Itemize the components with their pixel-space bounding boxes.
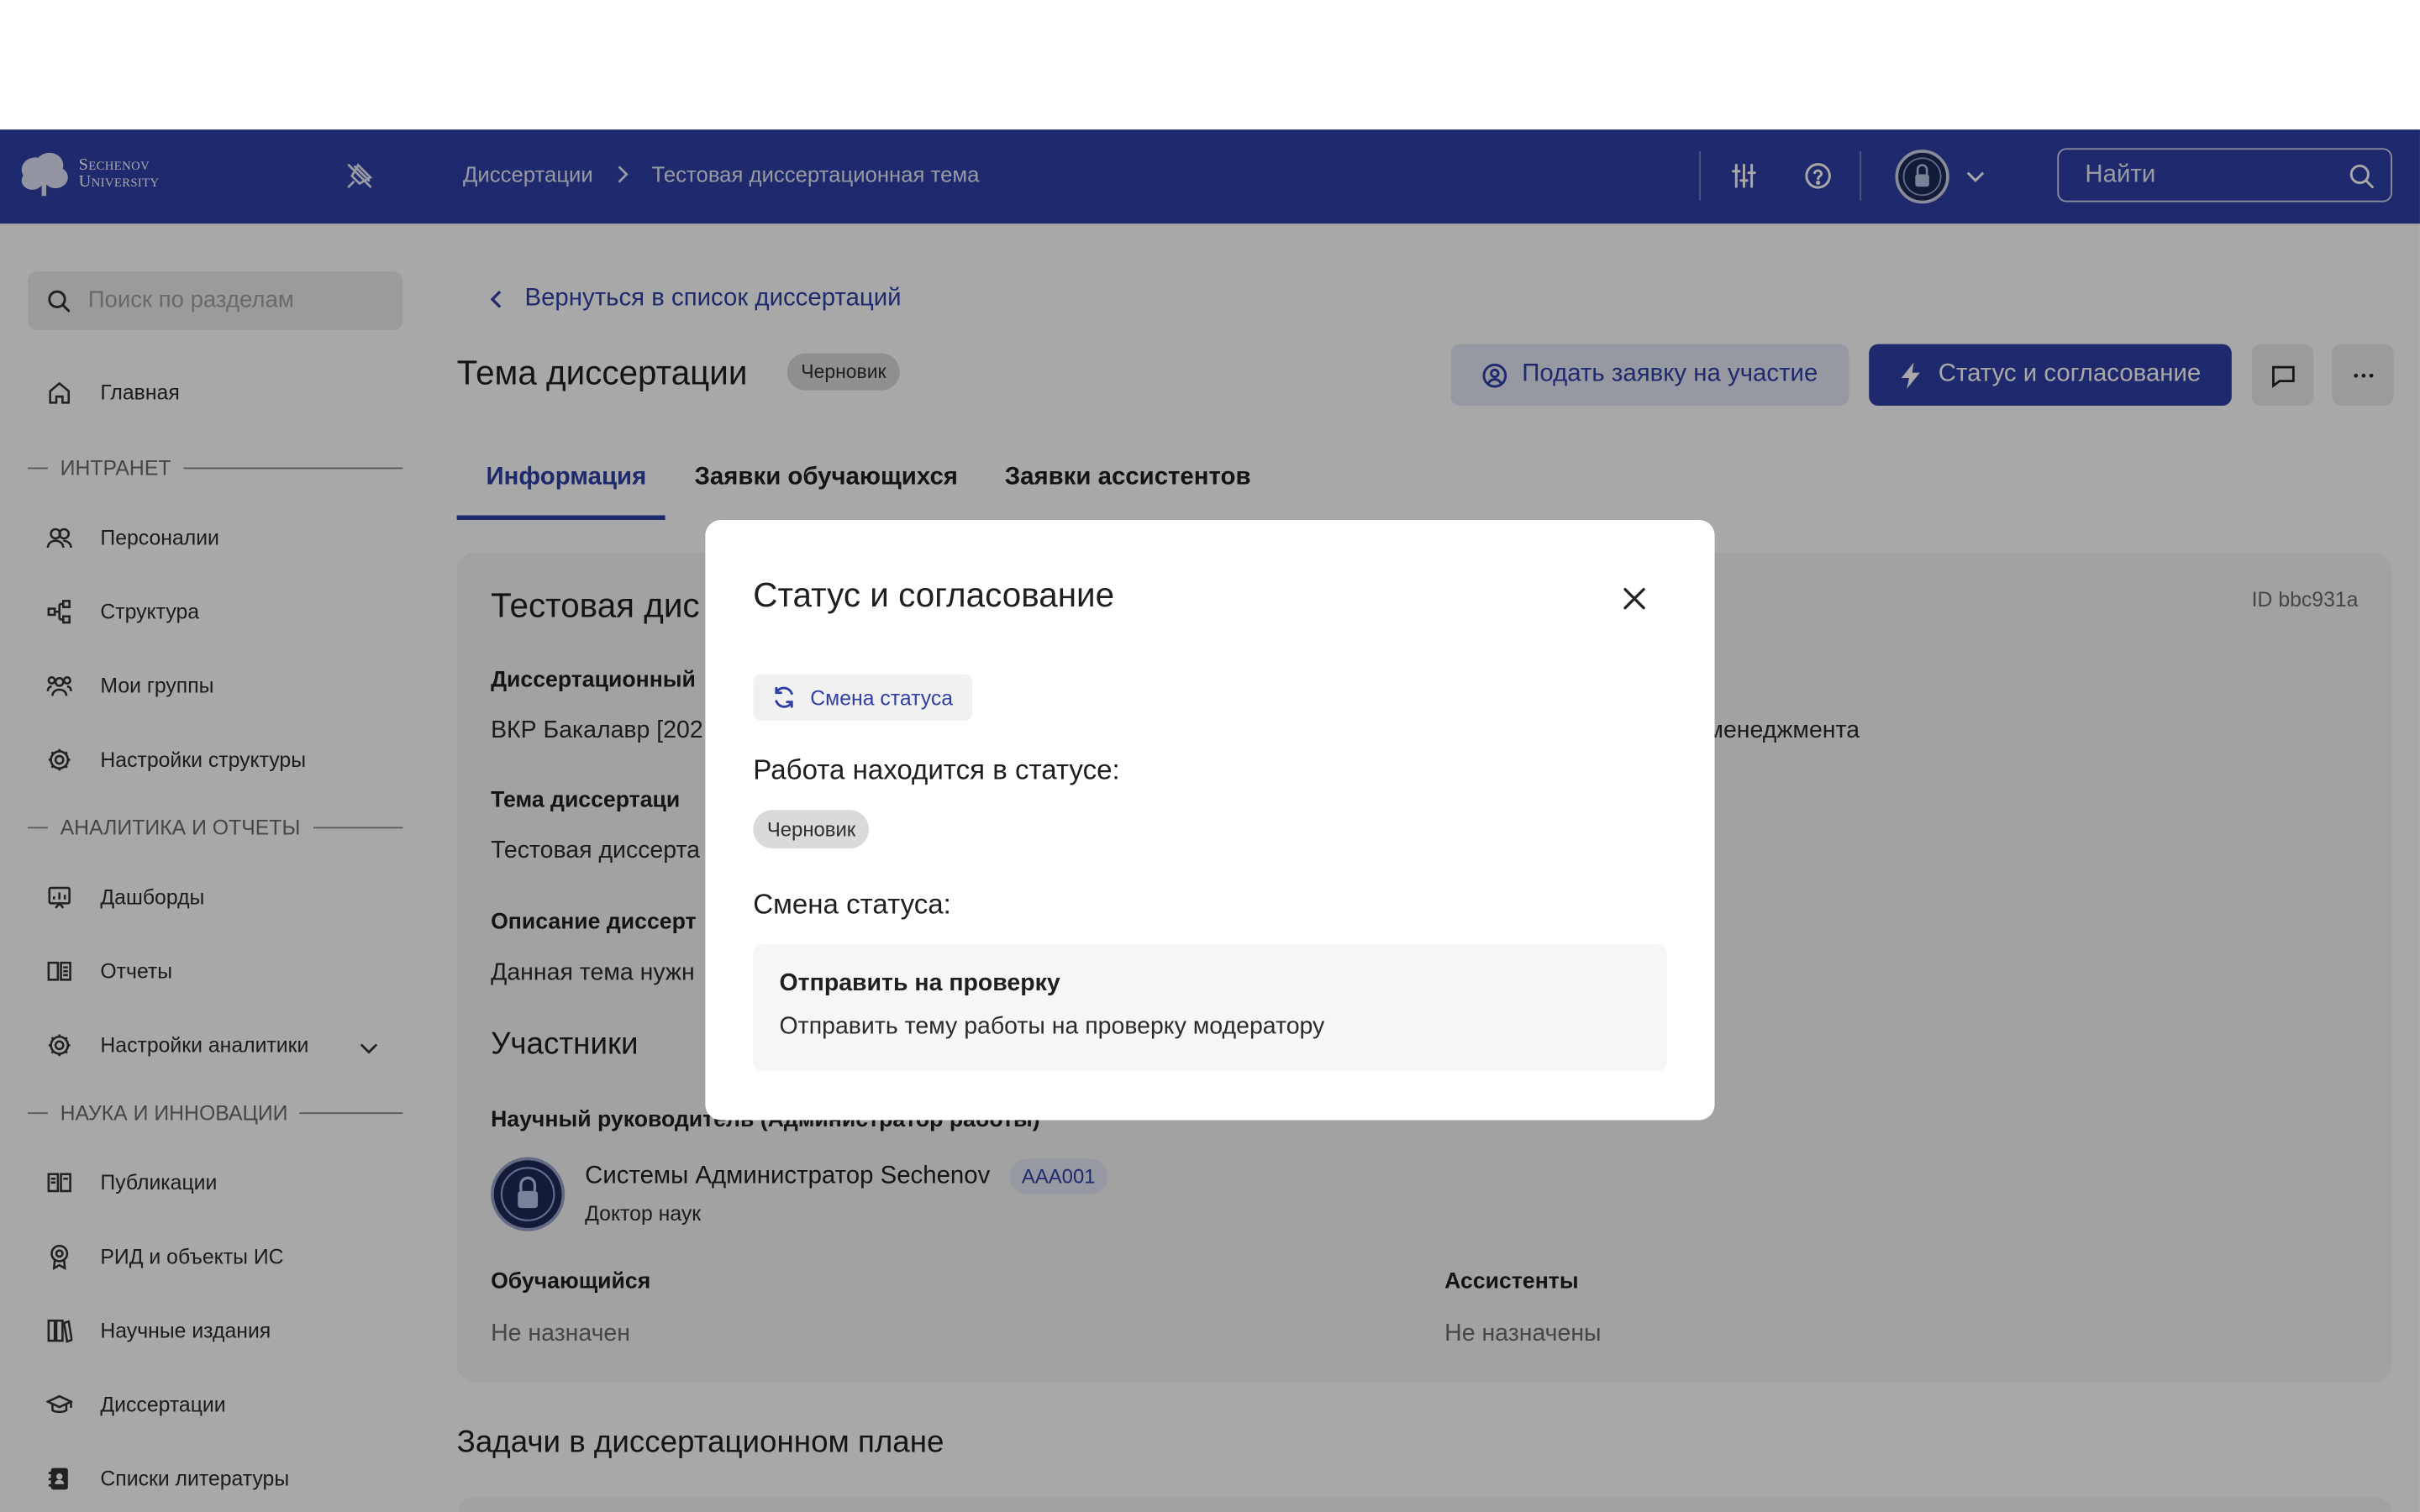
send-for-review-option[interactable]: Отправить на проверку Отправить тему раб… (753, 944, 1667, 1071)
modal-title: Статус и согласование (753, 575, 1115, 615)
refresh-icon (775, 686, 793, 708)
close-icon[interactable] (1618, 581, 1651, 615)
current-status-label: Работа находится в статусе: (753, 754, 1120, 785)
option-description: Отправить тему работы на проверку модера… (779, 1013, 1325, 1040)
change-status-button-label: Смена статуса (810, 685, 954, 709)
change-status-label: Смена статуса: (753, 888, 951, 920)
status-approval-modal: Статус и согласование Смена статуса Рабо… (705, 519, 1715, 1121)
app-screen: Sechenov University Диссертации Тестовая… (0, 0, 2420, 1512)
current-status-badge: Черновик (753, 810, 870, 849)
option-title: Отправить на проверку (779, 970, 1060, 997)
change-status-button[interactable]: Смена статуса (753, 674, 973, 721)
